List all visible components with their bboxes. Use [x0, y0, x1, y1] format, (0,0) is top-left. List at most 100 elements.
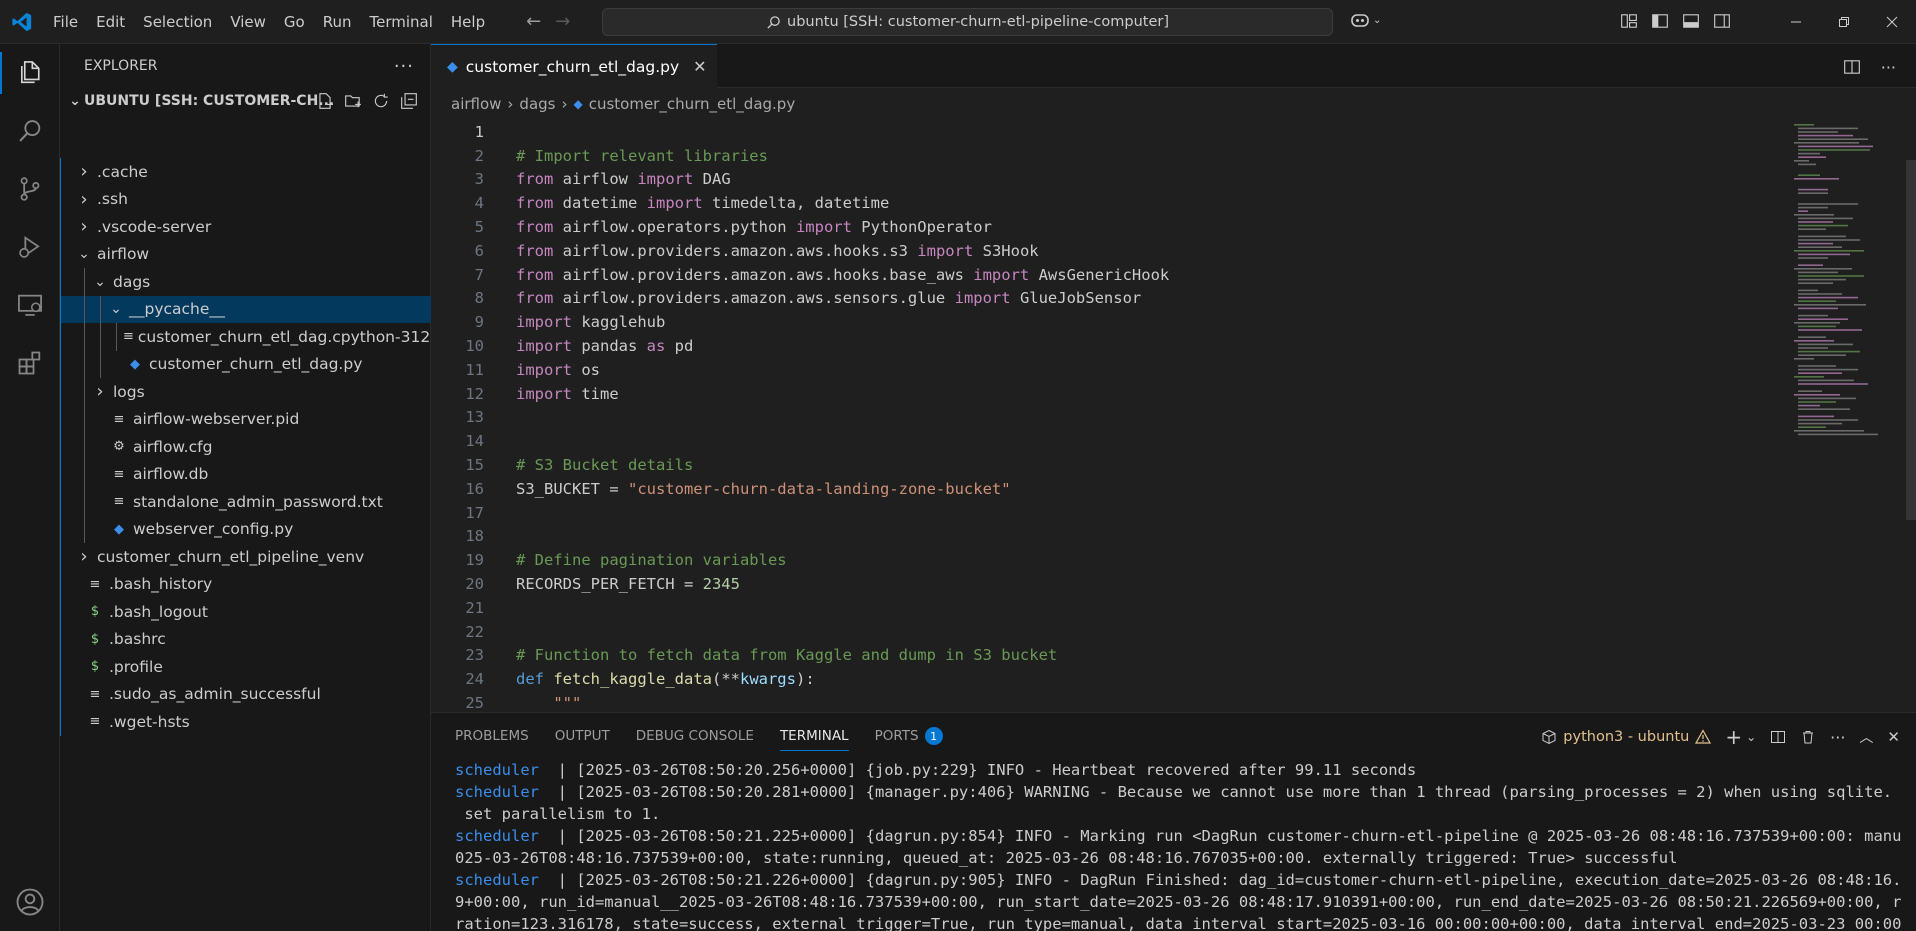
panel-actions: python3 - ubuntu + ⌄ ··· ︿ ✕ [1541, 725, 1900, 749]
account-icon[interactable] [0, 873, 60, 931]
new-file-icon[interactable] [316, 92, 334, 110]
minimap-line [1798, 343, 1853, 346]
back-arrow-icon[interactable]: ← [526, 11, 541, 32]
tree-file[interactable]: ◆ customer_churn_etl_dag.py [61, 350, 431, 378]
minimap[interactable] [1786, 120, 1906, 460]
split-editor-icon[interactable] [1843, 58, 1861, 76]
code-line: 4 from datetime import timedelta, datetim… [431, 191, 1751, 215]
minimap-line [1798, 336, 1826, 338]
tree-file[interactable]: ≡ .wget-hsts [61, 708, 431, 736]
tree-file[interactable]: ⚙ airflow.cfg [61, 433, 431, 461]
close-panel-icon[interactable]: ✕ [1887, 728, 1900, 746]
search-icon[interactable] [0, 102, 60, 160]
indent-guide [84, 460, 85, 488]
menu-selection[interactable]: Selection [134, 0, 221, 44]
toggle-primary-sidebar-icon[interactable] [1651, 12, 1669, 30]
collapse-all-icon[interactable] [400, 92, 418, 110]
source-control-icon[interactable] [0, 160, 60, 218]
maximize-panel-icon[interactable]: ︿ [1859, 727, 1873, 747]
toggle-secondary-sidebar-icon[interactable] [1713, 12, 1731, 30]
tree-file[interactable]: ≡ customer_churn_etl_dag.cpython-312.pyc [61, 323, 431, 351]
toggle-panel-icon[interactable] [1682, 12, 1700, 30]
more-actions-icon[interactable]: ··· [1830, 728, 1845, 747]
run-and-debug-icon[interactable] [0, 218, 60, 276]
code-token: "customer-churn-data-landing-zone-bucket… [627, 479, 1011, 498]
panel-tab-debug-console[interactable]: DEBUG CONSOLE [636, 713, 768, 759]
tree-item-label: customer_churn_etl_dag.cpython-312.pyc [137, 327, 431, 346]
tree-file[interactable]: ≡ airflow.db [61, 460, 431, 488]
tree-file[interactable]: ≡ .sudo_as_admin_successful [61, 681, 431, 709]
scroll-thumb[interactable] [1906, 160, 1916, 520]
line-content: # Define pagination variables [516, 551, 787, 569]
new-terminal-icon[interactable]: + [1725, 725, 1742, 749]
tree-item-label: .bash_logout [109, 602, 208, 621]
minimize-icon[interactable] [1772, 0, 1820, 44]
trash-icon[interactable] [1800, 729, 1816, 745]
menu-run[interactable]: Run [314, 0, 361, 44]
command-center-search[interactable]: ubuntu [SSH: customer-churn-etl-pipeline… [602, 8, 1333, 36]
menu-help[interactable]: Help [442, 0, 494, 44]
new-folder-icon[interactable] [344, 92, 362, 110]
panel-tab-ports[interactable]: PORTS 1 [875, 713, 957, 759]
copilot-button[interactable]: ⌄ [1349, 10, 1381, 30]
shell-file-icon: $ [90, 631, 100, 647]
workspace-section-header[interactable]: ⌄ UBUNTU [SSH: CUSTOMER-CH... [60, 88, 430, 114]
code-token: from [516, 289, 554, 308]
tree-file[interactable]: ◆ webserver_config.py [61, 515, 431, 543]
refresh-icon[interactable] [372, 92, 390, 110]
minimap-line [1798, 275, 1864, 277]
close-tab-icon[interactable]: ✕ [693, 57, 706, 76]
close-window-icon[interactable] [1868, 0, 1916, 44]
more-actions-icon[interactable]: ··· [1881, 58, 1896, 77]
menu-edit[interactable]: Edit [87, 0, 134, 44]
tree-file[interactable]: ≡ .bash_history [61, 571, 431, 599]
tree-folder[interactable]: › .ssh [61, 186, 431, 214]
tree-folder[interactable]: › .vscode-server [61, 213, 431, 241]
tree-folder[interactable]: ⌄ dags [61, 268, 431, 296]
editor-tab-active[interactable]: ◆ customer_churn_etl_dag.py ✕ [431, 44, 717, 88]
tree-folder[interactable]: › .cache [61, 158, 431, 186]
code-token: fetch_kaggle_data [553, 670, 712, 689]
indent-guide [84, 378, 85, 406]
tree-folder[interactable]: › customer_churn_etl_pipeline_venv [61, 543, 431, 571]
tree-file[interactable]: ≡ standalone_admin_password.txt [61, 488, 431, 516]
terminal-output[interactable]: scheduler | [2025-03-26T08:50:20.256+000… [431, 759, 1901, 931]
tree-file[interactable]: $ .profile [61, 653, 431, 681]
minimap-line [1798, 329, 1862, 331]
menu-go[interactable]: Go [275, 0, 314, 44]
breadcrumb-item[interactable]: customer_churn_etl_dag.py [589, 95, 795, 113]
remote-explorer-icon[interactable] [0, 276, 60, 334]
tree-folder[interactable]: ⌄ airflow [61, 241, 431, 269]
restore-icon[interactable] [1820, 0, 1868, 44]
tree-folder[interactable]: ⌄ __pycache__ [61, 295, 431, 323]
forward-arrow-icon[interactable]: → [555, 11, 570, 32]
tree-file[interactable]: $ .bashrc [61, 626, 431, 654]
chevron-right-icon: › [507, 95, 514, 113]
tree-folder[interactable]: › logs [61, 378, 431, 406]
tree-file[interactable]: $ .bash_logout [61, 598, 431, 626]
breadcrumb-item[interactable]: dags [519, 95, 555, 113]
customize-layout-icon[interactable] [1620, 12, 1638, 30]
menu-terminal[interactable]: Terminal [361, 0, 442, 44]
indent-guide [84, 323, 85, 351]
code-token: import [973, 265, 1030, 284]
menu-view[interactable]: View [221, 0, 275, 44]
explorer-icon[interactable] [0, 44, 60, 102]
settings-file-icon: ⚙ [113, 439, 125, 455]
more-actions-icon[interactable]: ··· [394, 56, 414, 77]
panel-tab-problems[interactable]: PROBLEMS [455, 713, 543, 759]
split-terminal-icon[interactable] [1770, 729, 1786, 745]
menu-file[interactable]: File [44, 0, 87, 44]
terminal-selector[interactable]: python3 - ubuntu [1541, 729, 1712, 745]
code-editor[interactable]: 1 2 # Import relevant libraries 3 from airfl… [431, 120, 1751, 712]
chevron-down-icon[interactable]: ⌄ [1746, 730, 1756, 744]
text-file-icon: ≡ [123, 329, 134, 345]
editor-scrollbar[interactable] [1906, 120, 1916, 710]
extensions-icon[interactable] [0, 334, 60, 392]
tree-file[interactable]: ≡ airflow-webserver.pid [61, 405, 431, 433]
panel-tab-output[interactable]: OUTPUT [555, 713, 624, 759]
breadcrumb-item[interactable]: airflow [451, 95, 501, 113]
panel-tab-terminal[interactable]: TERMINAL [779, 713, 863, 759]
line-content: S3_BUCKET = "customer-churn-data-landing… [516, 480, 1011, 498]
